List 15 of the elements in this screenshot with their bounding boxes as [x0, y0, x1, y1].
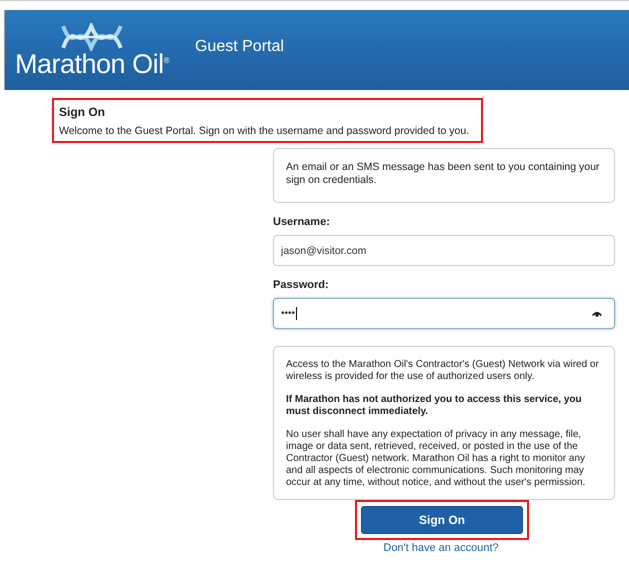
welcome-text: Welcome to the Guest Portal. Sign on with the username and password provided to you. — [59, 125, 470, 137]
password-field[interactable]: •••• — [273, 298, 615, 330]
notice-message: An email or an SMS message has been sent to you containing your sign on credentials. — [273, 148, 615, 204]
disclaimer-text: Access to the Marathon Oil's Contractor's (Guest) Network via wired or wireless is provided for the use of authorized users only. — [286, 359, 600, 384]
create-account-link[interactable]: Don't have an account? — [383, 542, 499, 554]
portal-title: Guest Portal — [194, 38, 284, 56]
disclaimer-text: If Marathon has not authorized you to access this service, you must disconnect immediately. — [286, 394, 583, 418]
disclaimer-text: No user shall have any expectation of privacy in any message, file, image or data sent, retrieved, received, or posted in the use of the Contractor (Guest) network. Marathon Oil has a right to monitor any and all aspects of electronic communications. Such monitoring may occur at any time, without notice, and without the user's permission. — [286, 429, 586, 490]
sign-on-button[interactable]: Sign On — [361, 506, 523, 534]
logo-wordmark: Marathon Oil$^{®}$ — [15, 50, 169, 78]
username-field[interactable]: jason@visitor.com — [273, 235, 615, 266]
show-password-icon[interactable] — [592, 310, 602, 318]
section-heading: Sign On — [59, 105, 106, 119]
username-label: Username: — [273, 216, 331, 228]
password-label: Password: — [273, 279, 330, 292]
